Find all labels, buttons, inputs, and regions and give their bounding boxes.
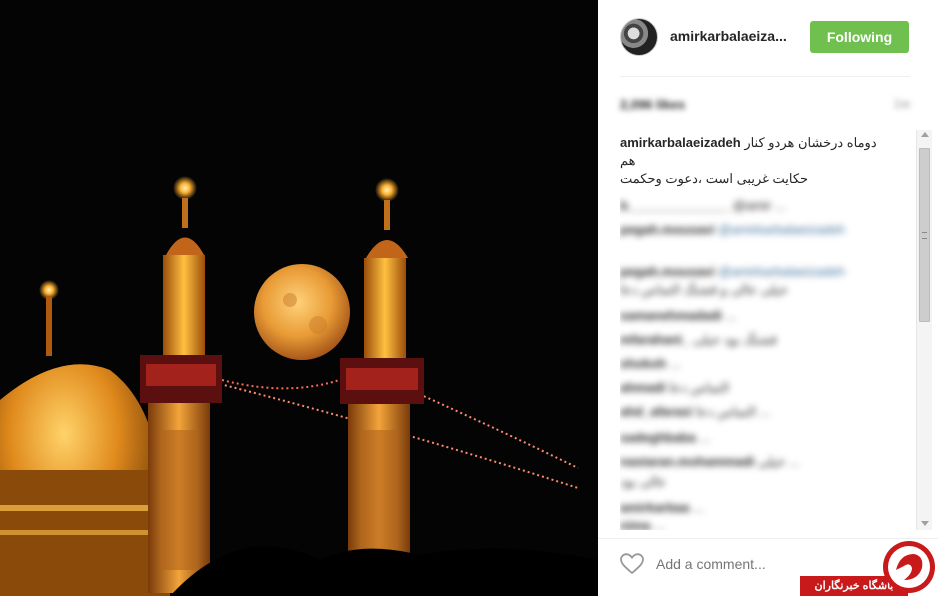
list-item: sadeghbaba ...: [620, 430, 711, 445]
list-item: shokoh ...: [620, 356, 681, 371]
caption-line-1: دوماه درخشان هردو کنار: [744, 135, 877, 150]
post-sidebar: amirkarbalaeiza... Following 2,096 likes…: [598, 0, 938, 596]
agency-logo-icon: [883, 541, 935, 593]
caption-username[interactable]: amirkarbalaeizadeh: [620, 135, 741, 150]
scroll-down-arrow-icon[interactable]: [921, 521, 929, 526]
following-button[interactable]: Following: [810, 21, 909, 53]
list-item: b______________ @amir ...: [620, 198, 786, 213]
list-item: nastaran.mohammadi خیلی ...: [620, 454, 800, 469]
caption: amirkarbalaeizadeh دوماه درخشان هردو کنا…: [620, 134, 916, 188]
username-link[interactable]: amirkarbalaeiza...: [670, 28, 787, 44]
grip-icon: [922, 232, 927, 239]
caption-line-3: حکایت غریبی است ،دعوت وحکمت: [620, 171, 809, 186]
list-item: ahmadi التماس دعا: [620, 380, 730, 395]
likes-row: 2,096 likes 1w: [620, 96, 910, 116]
list-item: pegah.mousavi @amirkarbalaeizadeh: [620, 222, 845, 237]
list-item: nima ...: [620, 518, 665, 530]
post-header: amirkarbalaeiza... Following: [598, 0, 938, 76]
list-item: ahd_afarasi التماس دعا ...: [620, 404, 771, 419]
scroll-thumb[interactable]: [919, 148, 930, 322]
list-item: samanehmadadi ...: [620, 308, 737, 323]
watermark-logo: باشگاه خبرنگاران: [800, 538, 938, 596]
list-item: عالی بود: [620, 474, 667, 489]
moon: [254, 264, 350, 360]
list-item: mfarahani_ قشنگ بود خیلی: [620, 332, 777, 347]
comments-list: amirkarbalaeizadeh دوماه درخشان هردو کنا…: [620, 134, 916, 530]
caption-line-2: هم: [620, 153, 636, 168]
divider: [620, 76, 910, 77]
post-image: [0, 0, 598, 596]
avatar[interactable]: [620, 18, 658, 56]
list-item: pegah.mousavi @amirkarbalaeizadeh: [620, 264, 845, 279]
post-time: 1w: [893, 96, 910, 111]
likes-count[interactable]: 2,096 likes: [620, 97, 685, 112]
scroll-up-arrow-icon[interactable]: [921, 132, 929, 137]
list-item: خیلی عالی و قشنگ التماس دعا: [620, 282, 788, 297]
list-item: amirkarbaa ...: [620, 500, 704, 515]
heart-icon[interactable]: [620, 553, 644, 580]
comments-scrollbar[interactable]: [916, 130, 932, 530]
